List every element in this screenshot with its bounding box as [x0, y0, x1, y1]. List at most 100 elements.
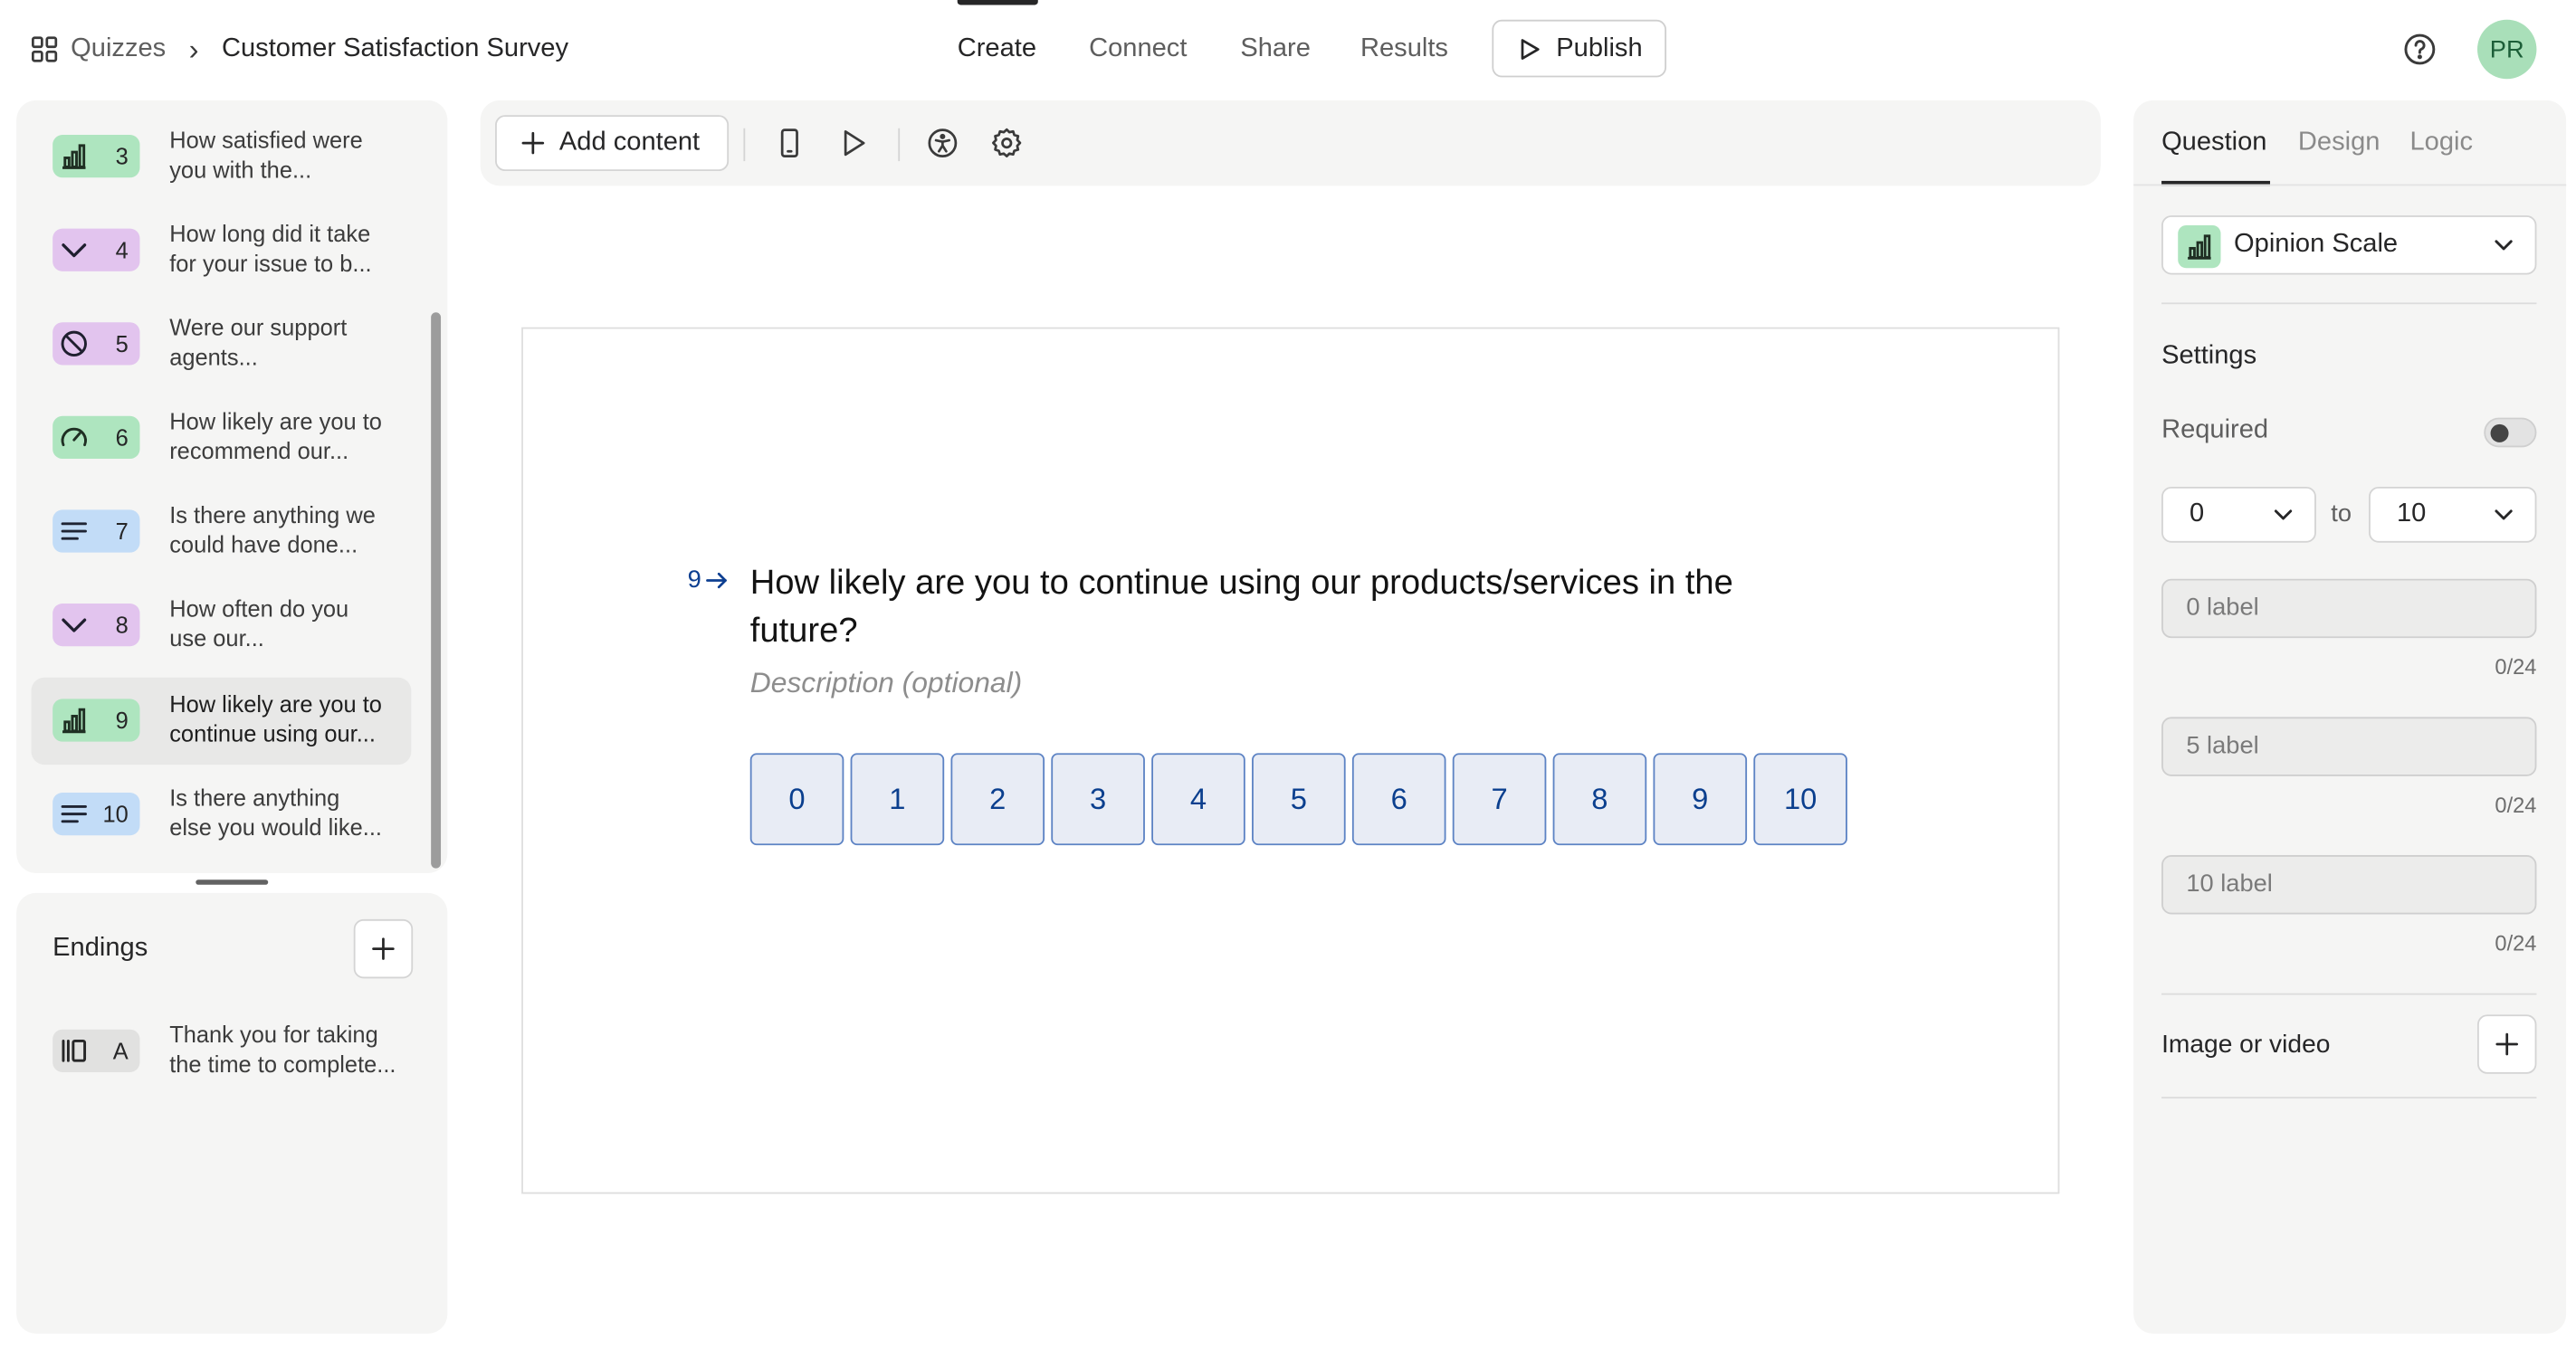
question-number-label: 9	[688, 566, 730, 594]
ten-label-input[interactable]: 10 label	[2161, 855, 2537, 915]
settings-tabs-divider	[2133, 184, 2567, 186]
question-number: 9	[115, 707, 129, 734]
tab-logic[interactable]: Logic	[2409, 127, 2473, 159]
chevron-down-icon	[2272, 503, 2295, 526]
question-text: Were our support agents...	[169, 314, 348, 370]
scale-option[interactable]: 2	[950, 753, 1045, 846]
chevron-down-icon	[2492, 503, 2514, 526]
opinion-scale: 0 1 2 3 4 5 6 7 8 9 10	[749, 753, 1847, 846]
range-to-select[interactable]: 10	[2369, 486, 2537, 543]
question-number: 4	[115, 236, 129, 263]
scale-option[interactable]: 9	[1653, 753, 1748, 846]
question-item-8[interactable]: 8 How often do you use our...	[32, 582, 412, 669]
ten-label-counter: 0/24	[2495, 930, 2537, 955]
scale-option[interactable]: 5	[1252, 753, 1346, 846]
ending-letter: A	[112, 1037, 129, 1064]
ending-item-a[interactable]: A Thank you for taking the time to comple…	[32, 1008, 412, 1095]
description-input[interactable]: Description (optional)	[750, 666, 1023, 700]
question-type-badge: 8	[52, 603, 140, 647]
zero-label-input[interactable]: 0 label	[2161, 578, 2537, 639]
chevron-down-icon	[59, 610, 89, 640]
editor-question-number: 9	[687, 566, 701, 594]
play-preview-icon[interactable]	[837, 127, 870, 159]
tab-results[interactable]: Results	[1360, 32, 1448, 68]
toggle-knob	[2490, 423, 2509, 442]
question-item-5[interactable]: 5 Were our support agents...	[32, 301, 412, 388]
add-media-button[interactable]	[2477, 1014, 2537, 1074]
scale-option[interactable]: 4	[1151, 753, 1245, 846]
settings-gear-icon[interactable]	[990, 127, 1023, 159]
range-to-label: to	[2331, 499, 2352, 528]
question-text: How likely are you to recommend our...	[169, 407, 382, 463]
tab-create[interactable]: Create	[958, 32, 1036, 68]
help-icon[interactable]	[2401, 32, 2438, 68]
question-number: 7	[115, 518, 129, 545]
scale-option[interactable]: 1	[850, 753, 945, 846]
question-text: How often do you use our...	[169, 594, 349, 651]
question-item-4[interactable]: 4 How long did it take for your issue to …	[32, 207, 412, 294]
range-from-select[interactable]: 0	[2161, 486, 2316, 543]
scale-option[interactable]: 8	[1552, 753, 1647, 846]
publish-button[interactable]: Publish	[1492, 19, 1667, 78]
mobile-preview-icon[interactable]	[773, 127, 806, 159]
question-type-badge: 9	[52, 699, 140, 742]
bar-chart-icon	[59, 706, 89, 736]
add-ending-button[interactable]	[353, 918, 414, 979]
breadcrumb: Quizzes › Customer Satisfaction Survey	[30, 32, 568, 68]
question-item-10[interactable]: 10 Is there anything else you would like.…	[32, 771, 412, 858]
tab-connect[interactable]: Connect	[1089, 32, 1187, 68]
toolbar-divider	[743, 128, 746, 162]
question-text: Is there anything else you would like...	[169, 784, 382, 840]
toolbar-divider	[898, 128, 901, 162]
editor-toolbar: Add content	[480, 100, 2101, 186]
question-text: How satisfied were you with the...	[169, 126, 363, 182]
question-title-input[interactable]: How likely are you to continue using our…	[750, 559, 1803, 654]
scale-option[interactable]: 0	[749, 753, 844, 846]
tab-design[interactable]: Design	[2298, 127, 2380, 159]
question-list-panel: 3 How satisfied were you with the... 4 Ho…	[16, 100, 448, 874]
breadcrumb-root[interactable]: Quizzes	[71, 32, 166, 68]
endings-panel: Endings A Thank you for taking the time t…	[16, 892, 448, 1334]
panel-resize-handle[interactable]	[196, 879, 269, 885]
question-number: 3	[115, 143, 129, 170]
breadcrumb-current[interactable]: Customer Satisfaction Survey	[222, 32, 568, 68]
plus-icon	[520, 130, 546, 157]
section-divider	[2161, 302, 2537, 305]
question-type-value: Opinion Scale	[2234, 230, 2399, 259]
plus-icon	[2494, 1032, 2520, 1058]
top-bar: Quizzes › Customer Satisfaction Survey C…	[0, 0, 2576, 99]
add-content-button[interactable]: Add content	[495, 115, 730, 172]
circle-slash-icon	[59, 328, 89, 358]
gauge-icon	[59, 423, 89, 452]
plus-icon	[370, 936, 396, 962]
question-type-select[interactable]: Opinion Scale	[2161, 215, 2537, 275]
question-item-7[interactable]: 7 Is there anything we could have done...	[32, 489, 412, 575]
tab-question[interactable]: Question	[2161, 127, 2266, 159]
ending-icon	[59, 1036, 89, 1066]
scale-option[interactable]: 7	[1452, 753, 1547, 846]
question-text: How long did it take for your issue to b.…	[169, 220, 372, 276]
scale-option[interactable]: 6	[1351, 753, 1446, 846]
text-lines-icon	[59, 517, 89, 547]
question-item-9[interactable]: 9 How likely are you to continue using ou…	[31, 677, 412, 765]
accessibility-icon[interactable]	[926, 127, 959, 159]
chevron-down-icon	[2492, 233, 2514, 256]
scale-option[interactable]: 3	[1051, 753, 1145, 846]
question-item-3[interactable]: 3 How satisfied were you with the...	[32, 113, 412, 200]
question-type-badge: 7	[52, 509, 140, 553]
avatar[interactable]: PR	[2477, 19, 2537, 80]
ending-text: Thank you for taking the time to complete…	[169, 1021, 396, 1077]
active-tab-indicator	[957, 0, 1038, 5]
question-list-scrollbar[interactable]	[431, 312, 442, 869]
required-toggle[interactable]	[2484, 417, 2537, 448]
range-to-value: 10	[2396, 499, 2427, 528]
question-text: Is there anything we could have done...	[169, 501, 376, 557]
scale-option[interactable]: 10	[1753, 753, 1847, 846]
tab-share[interactable]: Share	[1240, 32, 1311, 68]
five-label-input[interactable]: 5 label	[2161, 717, 2537, 776]
five-label-counter: 0/24	[2495, 792, 2537, 818]
grid-icon[interactable]	[30, 34, 60, 64]
section-divider	[2161, 1097, 2537, 1099]
question-item-6[interactable]: 6 How likely are you to recommend our...	[32, 395, 412, 481]
ending-badge: A	[52, 1029, 140, 1072]
